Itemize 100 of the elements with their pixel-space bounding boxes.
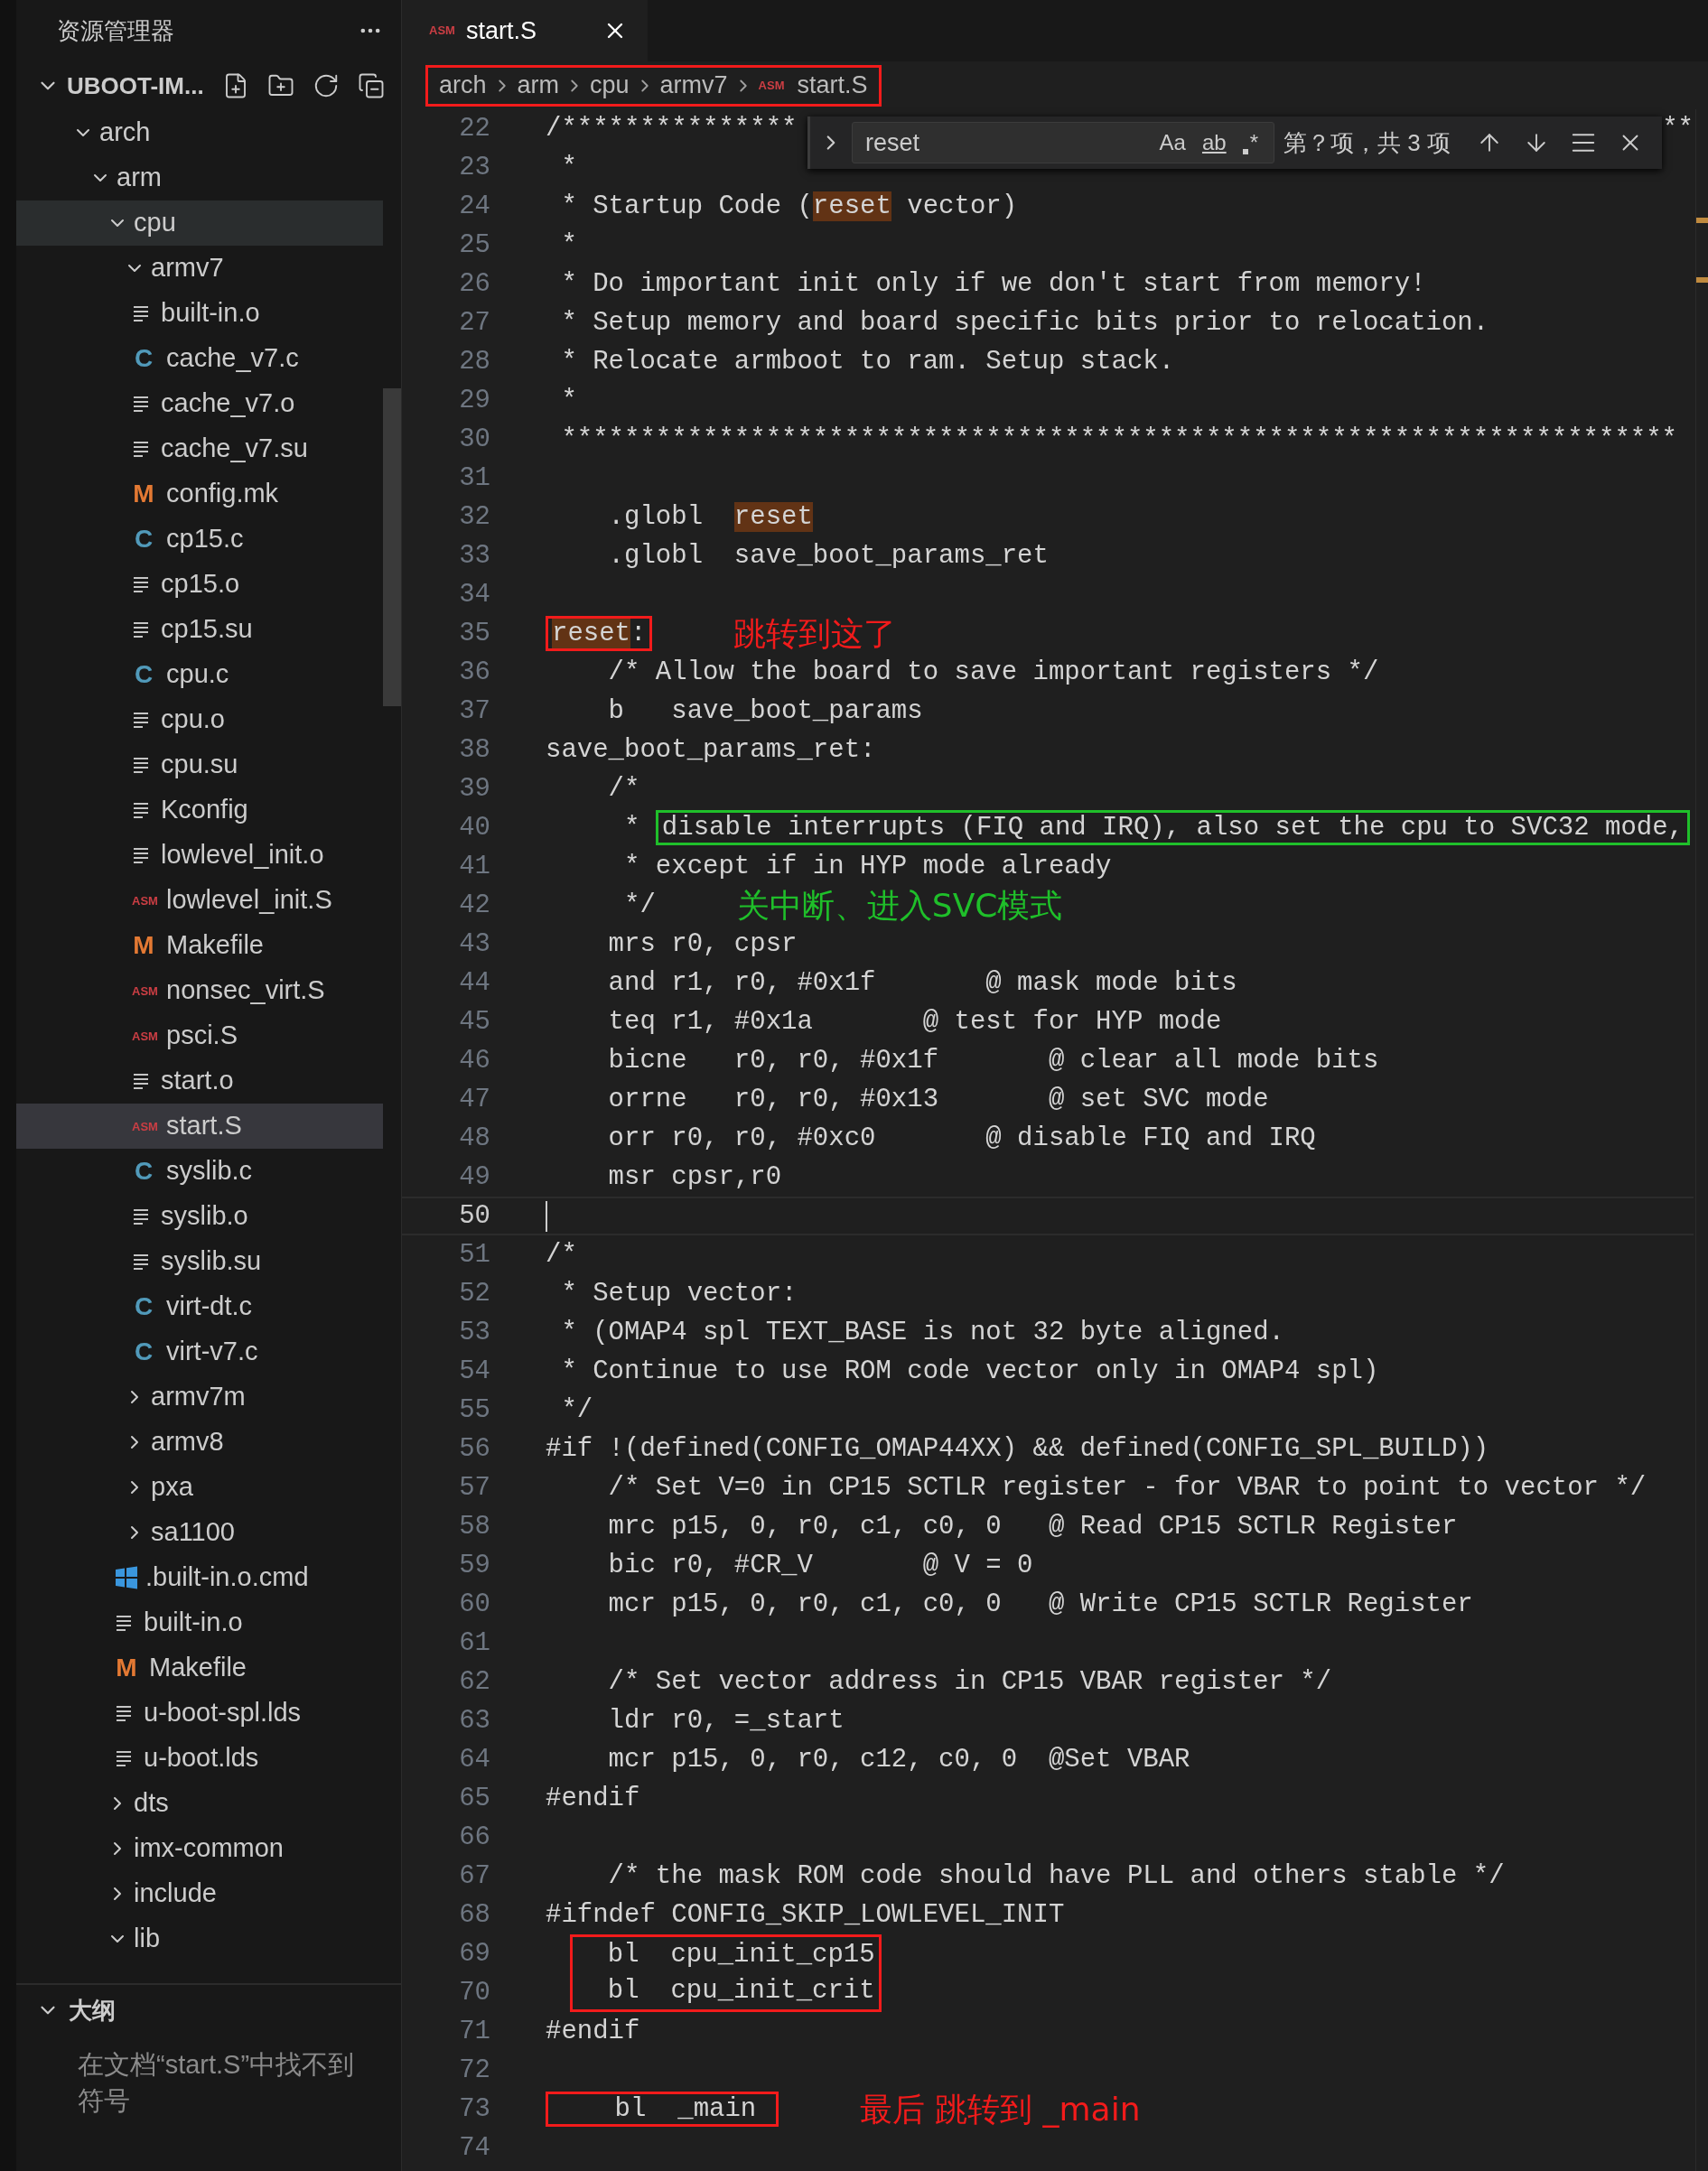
folder-item[interactable]: armv7m (16, 1374, 383, 1420)
code-line: #ifndef CONFIG_SKIP_LOWLEVEL_INIT (546, 1898, 1065, 1932)
breadcrumb-item[interactable]: cpu (590, 67, 630, 104)
sidebar-title: 资源管理器 (57, 15, 174, 46)
breadcrumb-item[interactable]: arm (517, 67, 560, 104)
file-item[interactable]: cp15.su (16, 607, 383, 652)
file-item[interactable]: lowlevel_init.o (16, 833, 383, 878)
file-item[interactable]: C cp15.c (16, 517, 383, 562)
code-line: .globl reset (607, 500, 813, 534)
find-input[interactable]: reset Aa ab * (852, 122, 1274, 163)
line-number: 37 (458, 694, 490, 728)
text-file-icon (132, 847, 150, 863)
outline-title[interactable]: 大纲 (69, 1992, 116, 2028)
text-file-icon (132, 305, 150, 321)
collapse-all-icon[interactable] (358, 72, 385, 99)
file-item[interactable]: ASM psci.S (16, 1013, 383, 1058)
text-file-icon (132, 802, 150, 818)
file-item[interactable]: u-boot-spl.lds (16, 1691, 383, 1736)
line-number: 48 (458, 1122, 490, 1155)
line-number: 70 (458, 1976, 490, 2009)
asm-file-icon: ASM (132, 894, 161, 907)
annotation-box: reset: (546, 615, 653, 651)
code-line: msr cpsr,r0 (607, 1160, 782, 1194)
file-item[interactable]: .built-in.o.cmd (16, 1555, 383, 1600)
workspace-folder[interactable]: UBOOT-IM... (67, 68, 204, 104)
file-item[interactable]: cpu.su (16, 742, 383, 787)
make-file-icon: M (132, 933, 155, 958)
file-item[interactable]: M Makefile (16, 1645, 383, 1691)
scrollbar[interactable] (383, 388, 401, 706)
refresh-icon[interactable] (313, 72, 340, 99)
line-number: 63 (458, 1704, 490, 1738)
file-item[interactable]: M config.mk (16, 471, 383, 517)
folder-item[interactable]: arch (16, 110, 383, 155)
code-line: ldr r0, =_start (607, 1704, 845, 1738)
code-line: .globl save_boot_params_ret (607, 539, 1049, 573)
code-line: #if !(defined(CONFIG_OMAP44XX) && defined(CONFIG_SPL_BUILD)) (546, 1432, 1489, 1466)
file-item[interactable]: C virt-dt.c (16, 1284, 383, 1329)
folder-item[interactable]: cpu (16, 200, 383, 246)
file-item[interactable]: Kconfig (16, 787, 383, 833)
line-number: 25 (458, 228, 490, 262)
line-number: 53 (458, 1316, 490, 1349)
folder-item[interactable]: pxa (16, 1465, 383, 1510)
code-line: #endif (546, 1782, 640, 1815)
folder-item[interactable]: lib (16, 1916, 383, 1961)
c-file-icon: C (132, 346, 155, 371)
file-item[interactable]: built-in.o (16, 1600, 383, 1645)
code-line: /* (546, 1238, 577, 1272)
file-item[interactable]: C cache_v7.c (16, 336, 383, 381)
file-item[interactable]: cpu.o (16, 697, 383, 742)
c-file-icon: C (132, 1339, 155, 1365)
line-number: 29 (458, 384, 490, 417)
file-item[interactable]: start.o (16, 1058, 383, 1104)
file-item[interactable]: cp15.o (16, 562, 383, 607)
folder-item[interactable]: armv8 (16, 1420, 383, 1465)
file-item[interactable]: cache_v7.su (16, 426, 383, 471)
file-item[interactable]: C syslib.c (16, 1149, 383, 1194)
file-item[interactable]: C cpu.c (16, 652, 383, 697)
code-line: /* the mask ROM code should have PLL and others stable */ (607, 1859, 1505, 1893)
search-match: reset (812, 191, 891, 221)
breadcrumb-item[interactable]: armv7 (659, 67, 728, 104)
case-option[interactable]: Aa (1156, 126, 1189, 159)
folder-item[interactable]: imx-common (16, 1826, 383, 1871)
code-line: * except if in HYP mode already (623, 850, 1112, 883)
code-line: * Relocate armboot to ram. Setup stack. (560, 345, 1175, 378)
text-file-icon (115, 1750, 133, 1766)
file-item[interactable]: syslib.su (16, 1239, 383, 1284)
text-file-icon (132, 712, 150, 728)
file-item[interactable]: ASM nonsec_virt.S (16, 968, 383, 1013)
folder-item[interactable]: dts (16, 1781, 383, 1826)
match-count: 第？项，共 3 项 (1283, 127, 1451, 158)
asm-file-icon: ASM (758, 76, 785, 95)
line-number: 23 (458, 151, 490, 184)
file-item[interactable]: ASM start.S (16, 1104, 383, 1149)
folder-item[interactable]: arm (16, 155, 383, 200)
file-item[interactable]: C virt-v7.c (16, 1329, 383, 1374)
folder-item[interactable]: include (16, 1871, 383, 1916)
editor-tab[interactable]: ASM start.S (402, 0, 648, 61)
regex-option[interactable]: * (1239, 126, 1261, 159)
file-item[interactable]: M Makefile (16, 923, 383, 968)
file-item[interactable]: cache_v7.o (16, 381, 383, 426)
windows-file-icon (115, 1566, 138, 1589)
file-item[interactable]: built-in.o (16, 291, 383, 336)
folder-item[interactable]: sa1100 (16, 1510, 383, 1555)
folder-item[interactable]: armv7 (16, 246, 383, 291)
annotation-box: disable interrupts (FIQ and IRQ), also set the cpu to SVC32 mode, (655, 809, 1690, 845)
text-file-icon (115, 1615, 133, 1631)
word-option[interactable]: ab (1199, 126, 1229, 159)
file-item[interactable]: u-boot.lds (16, 1736, 383, 1781)
c-file-icon: C (132, 662, 155, 687)
search-match: reset (733, 501, 813, 532)
breadcrumb-item[interactable]: arch (439, 67, 487, 104)
text-cursor (546, 1200, 547, 1232)
code-line: /* Set vector address in CP15 VBAR register */ (607, 1665, 1332, 1699)
file-item[interactable]: syslib.o (16, 1194, 383, 1239)
asm-file-icon: ASM (429, 22, 455, 40)
line-number: 61 (458, 1626, 490, 1660)
line-number: 52 (458, 1277, 490, 1310)
breadcrumb-item[interactable]: start.S (797, 67, 868, 104)
line-number: 66 (458, 1821, 490, 1854)
file-item[interactable]: ASM lowlevel_init.S (16, 878, 383, 923)
